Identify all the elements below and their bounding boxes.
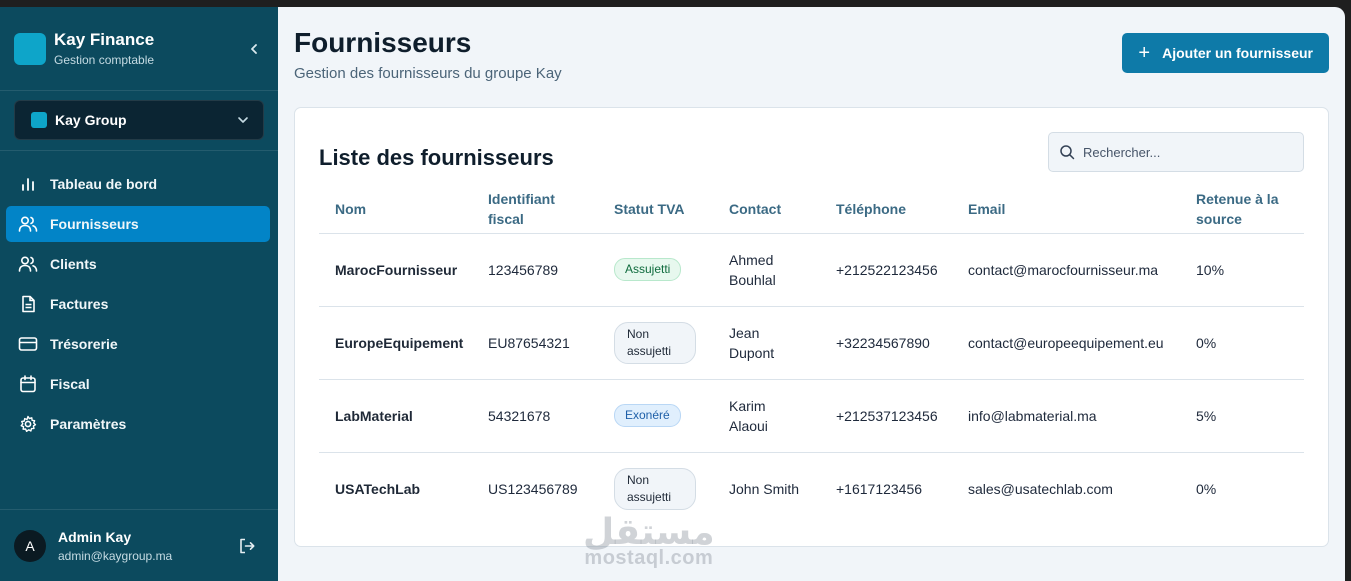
supplier-phone: +1617123456 [836, 480, 923, 497]
page-subtitle: Gestion des fournisseurs du groupe Kay [294, 65, 562, 82]
credit-card-icon [18, 334, 38, 354]
supplier-name: MarocFournisseur [319, 233, 472, 307]
table-row[interactable]: MarocFournisseur 123456789 Assujetti Ahm… [319, 233, 1304, 307]
supplier-tax-id: 54321678 [472, 379, 598, 453]
supplier-email: info@labmaterial.ma [952, 379, 1180, 453]
suppliers-table: Nom Identifiant fiscal Statut TVA Contac… [319, 185, 1304, 525]
bar-chart-icon [18, 174, 38, 194]
brand-logo [14, 32, 46, 65]
sidebar-item-suppliers[interactable]: Fournisseurs [6, 206, 270, 242]
gear-icon [18, 414, 38, 434]
sidebar-item-settings[interactable]: Paramètres [6, 406, 270, 442]
vat-status-badge: Non assujetti [614, 467, 696, 510]
brand-header: Kay Finance Gestion comptable [0, 7, 278, 91]
collapse-sidebar-button[interactable] [244, 39, 264, 59]
org-name: Kay Group [55, 112, 127, 128]
column-header-withholding[interactable]: Retenue à la source [1180, 185, 1304, 234]
chevron-down-icon [238, 117, 248, 123]
users-icon [18, 214, 38, 234]
table-row[interactable]: USATechLab US123456789 Non assujetti Joh… [319, 452, 1304, 525]
supplier-email: contact@marocfournisseur.ma [952, 233, 1180, 307]
suppliers-card: Liste des fournisseurs Nom Identifiant f… [294, 107, 1329, 547]
supplier-tax-id: 123456789 [472, 233, 598, 307]
watermark: مستقل mostaql.com [583, 512, 715, 570]
org-selector[interactable]: Kay Group [14, 100, 264, 140]
plus-icon: + [1138, 42, 1151, 64]
vat-status-badge: Exonéré [614, 404, 681, 427]
column-header-tax-id[interactable]: Identifiant fiscal [472, 185, 598, 234]
supplier-phone: +32234567890 [820, 306, 952, 380]
watermark-latin: mostaql.com [584, 547, 714, 569]
sidebar-item-fiscal[interactable]: Fiscal [6, 366, 270, 402]
sidebar-item-label: Factures [50, 296, 109, 312]
brand-subtitle: Gestion comptable [54, 53, 155, 67]
column-header-phone[interactable]: Téléphone [820, 185, 952, 234]
column-header-name[interactable]: Nom [319, 185, 472, 234]
user-email: admin@kaygroup.ma [58, 548, 173, 563]
supplier-name: LabMaterial [319, 379, 472, 453]
search-icon [1060, 145, 1075, 160]
supplier-contact: John Smith [729, 480, 800, 497]
table-row[interactable]: LabMaterial 54321678 Exonéré Karim Alaou… [319, 379, 1304, 453]
supplier-name: USATechLab [335, 480, 421, 497]
supplier-name: EuropeEquipement [319, 306, 472, 380]
brand-title: Kay Finance [54, 30, 155, 49]
supplier-withholding: 10% [1180, 233, 1304, 307]
sidebar-item-treasury[interactable]: Trésorerie [6, 326, 270, 362]
sidebar-item-label: Fiscal [50, 376, 90, 392]
vat-status-badge: Non assujetti [614, 321, 696, 364]
calendar-icon [18, 374, 38, 394]
sidebar-item-clients[interactable]: Clients [6, 246, 270, 282]
logout-icon [240, 538, 255, 553]
table-header-row: Nom Identifiant fiscal Statut TVA Contac… [319, 185, 1304, 234]
sidebar-item-label: Tableau de bord [50, 176, 158, 192]
card-title: Liste des fournisseurs [319, 145, 554, 170]
supplier-withholding: 5% [1180, 379, 1304, 453]
column-header-vat-status[interactable]: Statut TVA [598, 185, 713, 234]
vat-status-badge: Assujetti [614, 258, 682, 281]
add-supplier-label: Ajouter un fournisseur [1162, 45, 1313, 61]
sidebar-nav: Tableau de bord Fournisseurs Clients Fac… [0, 151, 278, 446]
supplier-phone: +212522123456 [820, 233, 952, 307]
app-window: Kay Finance Gestion comptable Kay Group … [0, 7, 1345, 581]
supplier-email: contact@europeequipement.eu [952, 306, 1180, 380]
supplier-withholding: 0% [1196, 480, 1217, 497]
table-row[interactable]: EuropeEquipement EU87654321 Non assujett… [319, 306, 1304, 380]
supplier-withholding: 0% [1180, 306, 1304, 380]
column-header-email[interactable]: Email [952, 185, 1180, 234]
page-header: Fournisseurs Gestion des fournisseurs du… [294, 27, 1329, 107]
supplier-contact: Jean Dupont [729, 324, 775, 361]
supplier-contact: Karim Alaoui [729, 397, 768, 434]
sidebar-item-label: Trésorerie [50, 336, 118, 352]
avatar: A [14, 529, 46, 562]
sidebar-item-label: Paramètres [50, 416, 127, 432]
logout-button[interactable] [236, 535, 258, 557]
sidebar-item-invoices[interactable]: Factures [6, 286, 270, 322]
chevron-left-icon [251, 43, 257, 54]
sidebar-item-label: Fournisseurs [50, 216, 139, 232]
column-header-contact[interactable]: Contact [713, 185, 820, 234]
org-color-dot [31, 112, 47, 128]
page-title: Fournisseurs [294, 27, 472, 58]
supplier-email: sales@usatechlab.com [968, 480, 1113, 497]
file-icon [18, 294, 38, 314]
user-name: Admin Kay [58, 528, 132, 545]
supplier-contact: Ahmed Bouhlal [729, 251, 776, 288]
sidebar-item-label: Clients [50, 256, 97, 272]
main-content: Fournisseurs Gestion des fournisseurs du… [278, 7, 1345, 581]
search-box [1048, 132, 1304, 172]
users-icon [18, 254, 38, 274]
supplier-tax-id: US123456789 [488, 480, 578, 497]
search-input[interactable] [1083, 144, 1283, 160]
add-supplier-button[interactable]: + Ajouter un fournisseur [1122, 33, 1329, 73]
supplier-tax-id: EU87654321 [472, 306, 598, 380]
sidebar: Kay Finance Gestion comptable Kay Group … [0, 7, 278, 581]
user-panel: A Admin Kay admin@kaygroup.ma [0, 509, 278, 581]
supplier-phone: +212537123456 [820, 379, 952, 453]
sidebar-item-dashboard[interactable]: Tableau de bord [6, 166, 270, 202]
